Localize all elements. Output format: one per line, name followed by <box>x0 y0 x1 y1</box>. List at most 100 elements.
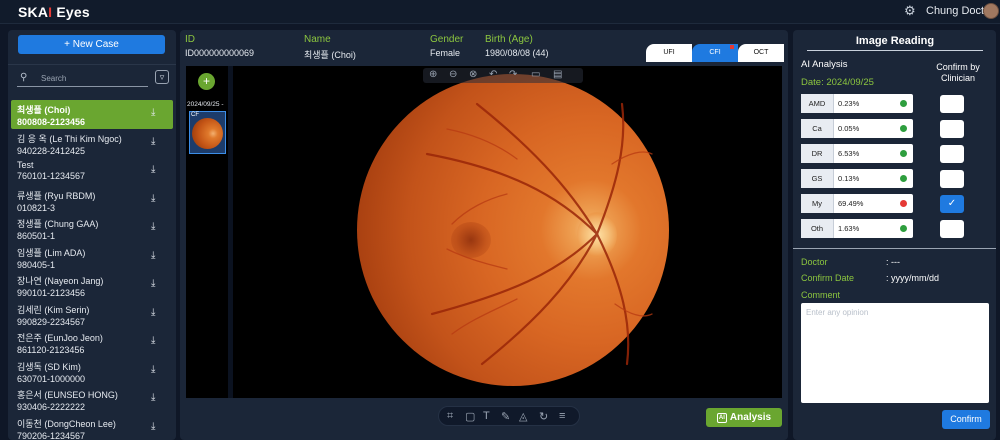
download-icon[interactable]: ⤓ <box>151 136 161 147</box>
download-icon[interactable]: ⤓ <box>151 307 161 318</box>
result-percent: 69.49% <box>838 199 864 208</box>
app-logo: SKAI Eyes <box>18 4 90 20</box>
text-icon[interactable]: T <box>483 410 490 422</box>
download-icon[interactable]: ⤓ <box>151 108 161 118</box>
ai-icon: AI <box>716 413 727 423</box>
result-code: My <box>801 194 834 213</box>
download-icon[interactable]: ⤓ <box>151 279 161 289</box>
new-case-button[interactable]: + New Case <box>18 35 165 54</box>
result-percent: 0.13% <box>838 174 860 183</box>
pen-icon[interactable]: ✎ <box>501 410 510 423</box>
divider <box>8 64 176 65</box>
confirm-header: Confirm by Clinician <box>936 62 980 83</box>
patient-list: 최생플 (Choi) 800808-2123456 ⤓ 김 응 옥 (Le Thi K… <box>11 100 173 440</box>
tab-oct[interactable]: OCT <box>738 44 784 62</box>
analysis-button[interactable]: AI Analysis <box>706 408 782 427</box>
download-icon[interactable]: ⤓ <box>151 222 161 232</box>
confirm-date-label: Confirm Date <box>801 273 855 283</box>
status-dot <box>900 200 907 207</box>
gear-icon[interactable]: ⚙ <box>904 4 918 18</box>
patient-list-item[interactable]: 장나연 (Nayeon Jang) 990101-2123456 ⤓ <box>11 271 173 300</box>
confirm-checkbox[interactable] <box>940 95 964 113</box>
confirm-checkbox[interactable] <box>940 170 964 188</box>
patient-name: Test <box>17 160 34 170</box>
tab-cfi[interactable]: CFI <box>692 44 738 62</box>
confirm-checkbox[interactable] <box>940 145 964 163</box>
select-icon[interactable]: ▢ <box>465 410 475 423</box>
result-row: Oth 1.63% <box>801 219 913 238</box>
doctor-label: Doctor <box>801 257 828 267</box>
avatar[interactable] <box>983 3 999 19</box>
delete-icon[interactable]: ▭ <box>531 69 540 80</box>
analysis-date: Date: 2024/09/25 <box>801 77 874 88</box>
main-image-area[interactable]: ⊕ ⊖ ⊗ ↶ ↷ ▭ ▤ <box>233 66 782 398</box>
confirm-button[interactable]: Confirm <box>942 410 990 429</box>
result-code: Ca <box>801 119 834 138</box>
clipboard-icon[interactable]: ▤ <box>553 69 562 80</box>
add-image-button[interactable]: + <box>198 73 215 90</box>
tab-ufi[interactable]: UFI <box>646 44 692 62</box>
patient-name: 정생플 (Chung GAA) <box>17 219 99 229</box>
redo-icon[interactable]: ↷ <box>509 69 517 80</box>
retinal-vessels <box>425 102 653 366</box>
patient-name: 홍은서 (EUNSEO HONG) <box>17 390 118 400</box>
shapes-icon[interactable]: ◬ <box>519 410 527 423</box>
search-input[interactable] <box>41 72 141 85</box>
crop-icon[interactable]: ⌗ <box>447 410 453 423</box>
thumbnail-column: + 2024/09/25 - CF <box>186 66 228 398</box>
download-icon[interactable]: ⤓ <box>151 336 161 346</box>
patient-list-item[interactable]: 전은주 (EunJoo Jeon) 861120-2123456 ⤓ <box>11 328 173 357</box>
download-icon[interactable]: ⤓ <box>151 193 161 204</box>
patient-id: 990829-2234567 <box>17 316 86 327</box>
filter-icon[interactable]: ▿ <box>155 70 169 84</box>
patient-id: 940228-2412425 <box>17 145 86 156</box>
status-dot <box>900 125 907 132</box>
patient-list-item[interactable]: 이동천 (DongCheon Lee) 790206-1234567 ⤓ <box>11 414 173 440</box>
download-icon[interactable]: ⤓ <box>151 421 161 432</box>
download-icon[interactable]: ⤓ <box>151 364 161 375</box>
status-dot <box>900 225 907 232</box>
zoom-in-icon[interactable]: ⊕ <box>429 69 437 80</box>
result-row: My 69.49% <box>801 194 913 213</box>
patient-id: 800808-2123456 <box>17 117 86 127</box>
fundus-image[interactable] <box>357 74 669 386</box>
top-bar: SKAI Eyes ⚙ Chung Doctor <box>0 0 1000 24</box>
birth-label: Birth (Age) <box>485 34 533 45</box>
birth-value: 1980/08/08 (44) <box>485 48 549 58</box>
download-icon[interactable]: ⤓ <box>151 393 161 403</box>
result-percent: 1.63% <box>838 224 860 233</box>
confirm-checkbox[interactable] <box>940 220 964 238</box>
patient-list-item[interactable]: 류생플 (Ryu RBDM) 010821-3 ⤓ <box>11 186 173 215</box>
adjust-icon[interactable]: ≡ <box>559 410 565 422</box>
panel-title: Image Reading <box>807 35 983 51</box>
status-dot <box>900 150 907 157</box>
patient-list-item[interactable]: 김생독 (SD Kim) 630701-1000000 ⤓ <box>11 357 173 386</box>
image-thumbnail[interactable]: CF <box>189 111 226 154</box>
patient-list-item[interactable]: 김세린 (Kim Serin) 990829-2234567 ⤓ <box>11 300 173 329</box>
patient-id: 861120-2123456 <box>17 345 85 355</box>
confirm-checkbox[interactable]: ✓ <box>940 195 964 213</box>
patient-list-item[interactable]: Test 760101-1234567 ⤓ <box>11 157 173 186</box>
result-code: GS <box>801 169 834 188</box>
comment-field[interactable] <box>801 303 989 403</box>
rotate-icon[interactable]: ↻ <box>539 410 548 423</box>
confirm-date-value: : yyyy/mm/dd <box>886 273 940 283</box>
patient-list-item[interactable]: 임생플 (Lim ADA) 980405-1 ⤓ <box>11 243 173 272</box>
confirm-checkbox[interactable] <box>940 120 964 138</box>
patient-name: 김세린 (Kim Serin) <box>17 304 90 315</box>
patient-list-item[interactable]: 홍은서 (EUNSEO HONG) 930406-2222222 ⤓ <box>11 385 173 414</box>
doctor-value: : --- <box>886 257 900 267</box>
patient-list-item[interactable]: 최생플 (Choi) 800808-2123456 ⤓ <box>11 100 173 129</box>
download-icon[interactable]: ⤓ <box>151 165 161 175</box>
fit-icon[interactable]: ⊗ <box>469 69 477 80</box>
patient-list-item[interactable]: 김 응 옥 (Le Thi Kim Ngoc) 940228-2412425 ⤓ <box>11 129 173 158</box>
patient-name: 김생독 (SD Kim) <box>17 361 81 372</box>
zoom-out-icon[interactable]: ⊖ <box>449 69 457 80</box>
download-icon[interactable]: ⤓ <box>151 250 161 261</box>
patient-name: 임생플 (Lim ADA) <box>17 247 86 258</box>
thumbnail-image <box>192 118 223 149</box>
undo-icon[interactable]: ↶ <box>489 69 497 80</box>
name-value: 최생플 (Choi) <box>304 50 356 60</box>
patient-list-item[interactable]: 정생플 (Chung GAA) 860501-1 ⤓ <box>11 214 173 243</box>
patient-name: 이동천 (DongCheon Lee) <box>17 418 116 429</box>
